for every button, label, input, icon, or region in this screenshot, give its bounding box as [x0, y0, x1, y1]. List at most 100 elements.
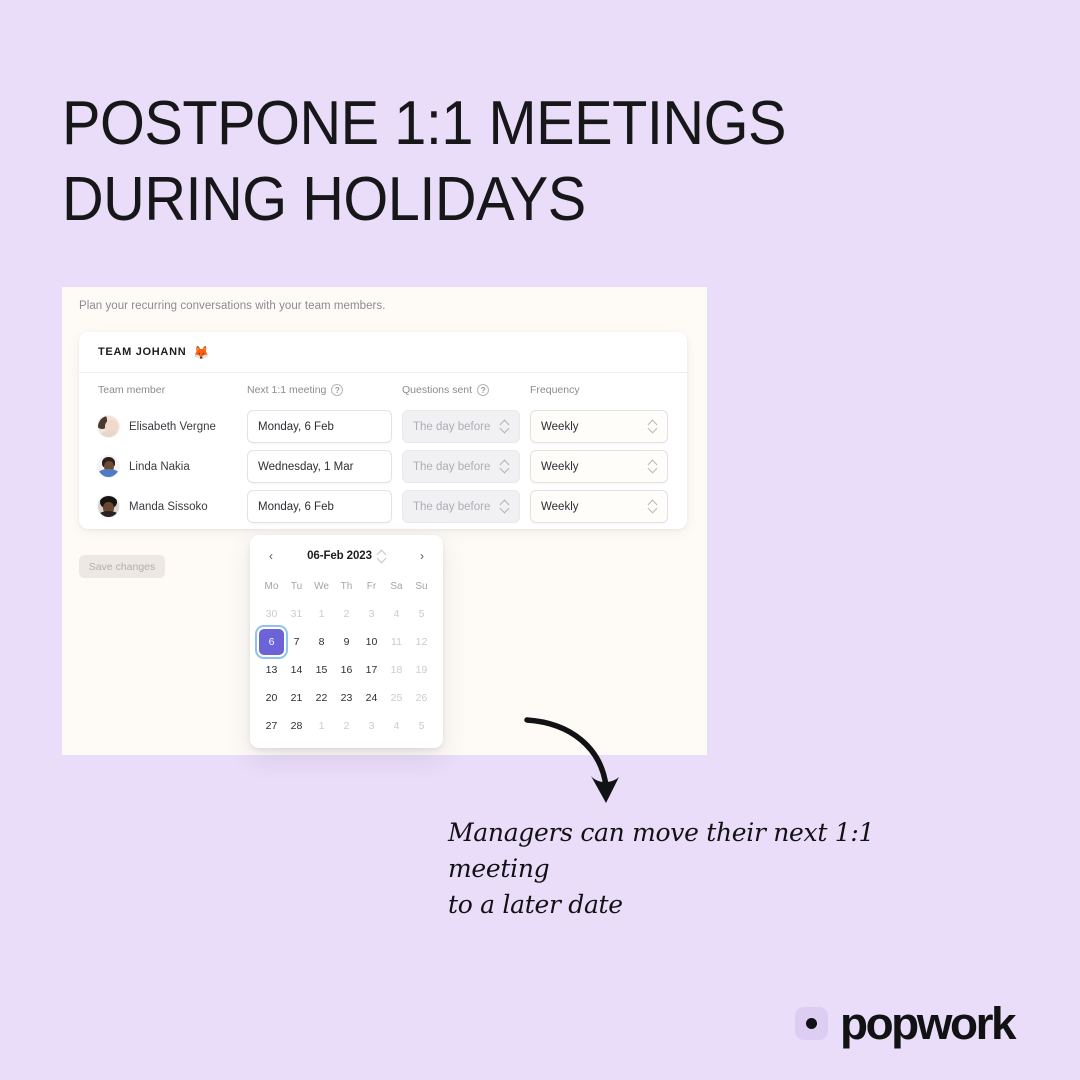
calendar-day[interactable]: 1 [309, 713, 334, 739]
date-picker-popup: ‹ 06-Feb 2023 › Mo Tu We Th Fr Sa Su 30 31 1 2 3 4 5 6… [250, 535, 443, 748]
calendar-day[interactable]: 14 [284, 657, 309, 683]
calendar-day[interactable]: 3 [359, 713, 384, 739]
table-row: Linda Nakia Wednesday, 1 Mar The day bef… [79, 450, 687, 483]
questions-sent-value: The day before [413, 420, 491, 433]
calendar-day[interactable]: 5 [409, 713, 434, 739]
table-row: Manda Sissoko Monday, 6 Feb The day befo… [79, 490, 687, 523]
column-header-team-member: Team member [98, 384, 166, 396]
calendar-day[interactable]: 19 [409, 657, 434, 683]
page-title-line-2: during holidays [62, 164, 586, 234]
chevron-updown-icon[interactable] [377, 550, 386, 563]
save-changes-button[interactable]: Save changes [79, 555, 165, 578]
calendar-day[interactable]: 15 [309, 657, 334, 683]
calendar-day[interactable]: 25 [384, 685, 409, 711]
calendar-day[interactable]: 4 [384, 713, 409, 739]
calendar-day[interactable]: 22 [309, 685, 334, 711]
calendar-grid: Mo Tu We Th Fr Sa Su 30 31 1 2 3 4 5 6 7 8 9 10 11 12 13 14 15 1… [259, 575, 434, 739]
calendar-day[interactable]: 16 [334, 657, 359, 683]
next-meeting-date-input[interactable]: Monday, 6 Feb [247, 410, 392, 443]
help-icon-next-meeting[interactable]: ? [331, 384, 344, 396]
calendar-day[interactable]: 30 [259, 601, 284, 627]
chevron-updown-icon [648, 460, 657, 473]
avatar [98, 416, 119, 437]
chevron-updown-icon [500, 420, 509, 433]
popwork-logo-text: popwork [840, 998, 1017, 1049]
questions-sent-select: The day before [402, 410, 520, 443]
calendar-day[interactable]: 12 [409, 629, 434, 655]
calendar-day[interactable]: 28 [284, 713, 309, 739]
table-row: Elisabeth Vergne Monday, 6 Feb The day b… [79, 410, 687, 443]
team-member-name: Manda Sissoko [129, 500, 208, 513]
calendar-weekday-label: Fr [366, 581, 377, 592]
calendar-weekday-label: Sa [390, 581, 403, 592]
next-meeting-date-input[interactable]: Monday, 6 Feb [247, 490, 392, 523]
previous-month-button[interactable]: ‹ [265, 548, 277, 564]
calendar-day[interactable]: 31 [284, 601, 309, 627]
avatar [98, 456, 119, 477]
frequency-value: Weekly [541, 420, 579, 433]
questions-sent-value: The day before [413, 500, 491, 513]
calendar-day[interactable]: 21 [284, 685, 309, 711]
calendar-day[interactable]: 20 [259, 685, 284, 711]
chevron-updown-icon [648, 500, 657, 513]
chevron-updown-icon [500, 500, 509, 513]
help-icon-questions-sent[interactable]: ? [477, 384, 490, 396]
team-member-cell: Elisabeth Vergne [98, 410, 216, 443]
next-meeting-date-input[interactable]: Wednesday, 1 Mar [247, 450, 392, 483]
calendar-day[interactable]: 11 [384, 629, 409, 655]
calendar-day[interactable]: 8 [309, 629, 334, 655]
team-member-cell: Linda Nakia [98, 450, 190, 483]
calendar-day[interactable]: 4 [384, 601, 409, 627]
calendar-day[interactable]: 7 [284, 629, 309, 655]
calendar-day[interactable]: 10 [359, 629, 384, 655]
calendar-day[interactable]: 1 [309, 601, 334, 627]
logo-dot-icon [806, 1018, 817, 1029]
calendar-day-selected[interactable]: 6 [259, 629, 284, 655]
team-member-name: Elisabeth Vergne [129, 420, 216, 433]
fox-emoji-icon: 🦊 [193, 344, 210, 360]
calendar-month-title[interactable]: 06-Feb 2023 [307, 550, 386, 563]
team-card: Team Johann 🦊 Team member Next 1:1 meeti… [79, 332, 687, 529]
calendar-weekday-label: Th [340, 581, 353, 592]
questions-sent-select: The day before [402, 490, 520, 523]
calendar-weekday-label: Tu [290, 581, 303, 592]
team-member-name: Linda Nakia [129, 460, 190, 473]
calendar-day[interactable]: 27 [259, 713, 284, 739]
team-card-header: Team Johann 🦊 [79, 332, 687, 373]
calendar-weekday-label: Su [415, 581, 428, 592]
calendar-day[interactable]: 18 [384, 657, 409, 683]
popwork-logo-mark-icon [795, 1007, 828, 1040]
calendar-day[interactable]: 26 [409, 685, 434, 711]
page-title: Postpone 1:1 meetings during holidays [62, 86, 880, 237]
panel-subtitle: Plan your recurring conversations with y… [79, 300, 386, 312]
team-name: Team Johann [98, 346, 187, 358]
calendar-day[interactable]: 24 [359, 685, 384, 711]
calendar-header: ‹ 06-Feb 2023 › [259, 546, 434, 566]
table-column-headers: Team member Next 1:1 meeting ? Questions… [79, 384, 687, 404]
calendar-day[interactable]: 13 [259, 657, 284, 683]
column-header-frequency: Frequency [530, 384, 580, 396]
calendar-day[interactable]: 2 [334, 601, 359, 627]
chevron-updown-icon [648, 420, 657, 433]
annotation-caption: Managers can move their next 1:1 meeting… [448, 815, 918, 923]
frequency-select[interactable]: Weekly [530, 450, 668, 483]
annotation-line-2: to a later date [448, 890, 623, 919]
annotation-line-1: Managers can move their next 1:1 meeting [448, 818, 875, 883]
calendar-day[interactable]: 23 [334, 685, 359, 711]
calendar-day[interactable]: 5 [409, 601, 434, 627]
frequency-select[interactable]: Weekly [530, 490, 668, 523]
avatar [98, 496, 119, 517]
calendar-month-label: 06-Feb 2023 [307, 550, 372, 562]
column-header-questions-sent: Questions sent ? [402, 384, 490, 396]
calendar-day[interactable]: 17 [359, 657, 384, 683]
frequency-select[interactable]: Weekly [530, 410, 668, 443]
calendar-day[interactable]: 3 [359, 601, 384, 627]
popwork-logo: popwork [795, 998, 1017, 1049]
next-month-button[interactable]: › [416, 548, 428, 564]
questions-sent-select: The day before [402, 450, 520, 483]
page-title-line-1: Postpone 1:1 meetings [62, 89, 786, 158]
calendar-day[interactable]: 2 [334, 713, 359, 739]
frequency-value: Weekly [541, 460, 579, 473]
frequency-value: Weekly [541, 500, 579, 513]
calendar-day[interactable]: 9 [334, 629, 359, 655]
